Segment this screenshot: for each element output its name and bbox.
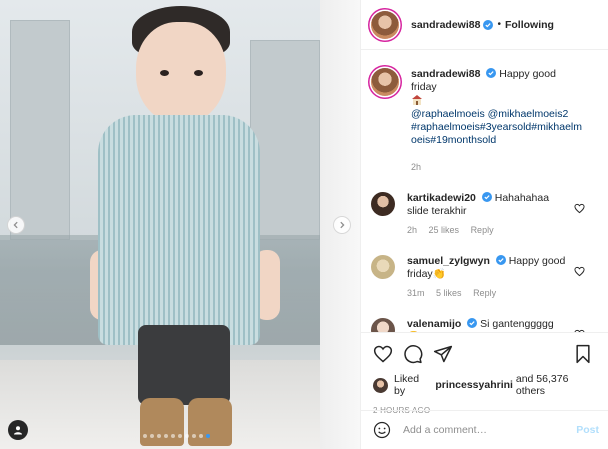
carousel-dot	[178, 434, 182, 438]
avatar[interactable]	[371, 192, 395, 216]
carousel-dot	[171, 434, 175, 438]
post-header: sandradewi88 • Following	[361, 0, 608, 50]
share-icon[interactable]	[433, 344, 453, 364]
header-separator: •	[497, 19, 501, 30]
house-emoji-icon	[412, 95, 422, 105]
comment-item: kartikadewi20 Hahahahaa slide terakhir 2…	[371, 192, 599, 237]
likes-count[interactable]: and 56,376 others	[516, 373, 599, 397]
heart-icon[interactable]	[574, 203, 585, 214]
photo-subject-eye	[160, 70, 169, 76]
post-side-panel: sandradewi88 • Following sandradewi88 Ha…	[360, 0, 608, 449]
user-tag-button[interactable]	[8, 420, 28, 440]
caption-hashtags[interactable]: oeis#19monthsold	[411, 134, 496, 146]
photo-subject-boot	[188, 398, 232, 446]
carousel-indicator	[143, 434, 210, 438]
carousel-dot	[157, 434, 161, 438]
avatar[interactable]	[371, 10, 399, 39]
photo-subject-boot	[140, 398, 184, 446]
post-photo[interactable]	[0, 0, 360, 449]
user-tag-icon	[14, 426, 22, 435]
comments-list[interactable]: sandradewi88 Happy good friday @raphaelm…	[361, 50, 608, 332]
reply-button[interactable]: Reply	[471, 225, 494, 235]
carousel-dot	[206, 434, 210, 438]
heart-icon[interactable]	[574, 266, 585, 277]
photo-building	[250, 40, 320, 240]
carousel-dot	[143, 434, 147, 438]
verified-badge-icon	[486, 68, 497, 78]
photo-subject-eye	[194, 70, 203, 76]
heart-icon[interactable]	[373, 344, 393, 364]
comment-username[interactable]: samuel_zylgwyn	[407, 255, 490, 267]
caption-mentions[interactable]: @raphaelmoeis @mikhaelmoeis2	[411, 108, 568, 120]
add-comment-bar: Post	[361, 410, 608, 449]
avatar[interactable]	[371, 255, 395, 279]
photo-subject-shirt	[98, 115, 260, 345]
verified-badge-icon	[481, 192, 492, 202]
comment-time[interactable]: 2h	[407, 225, 417, 235]
caption: sandradewi88 Happy good friday @raphaelm…	[371, 68, 599, 174]
comment-username[interactable]: kartikadewi20	[407, 192, 476, 204]
likes-summary: Liked by princessyahrini and 56,376 othe…	[373, 373, 599, 397]
carousel-dot	[199, 434, 203, 438]
chevron-left-icon	[13, 221, 18, 229]
next-slide-button[interactable]	[333, 216, 351, 234]
emoji-icon[interactable]	[373, 421, 391, 439]
carousel-dot	[164, 434, 168, 438]
comment-likes[interactable]: 25 likes	[429, 225, 460, 235]
liked-by-label: Liked by	[394, 373, 420, 397]
avatar[interactable]	[371, 68, 399, 96]
post-actions: Liked by princessyahrini and 56,376 othe…	[361, 332, 608, 415]
caption-time[interactable]: 2h	[411, 162, 421, 172]
avatar[interactable]	[373, 377, 388, 393]
comment-time[interactable]: 31m	[407, 288, 425, 298]
header-username[interactable]: sandradewi88	[411, 19, 480, 31]
carousel-dot	[192, 434, 196, 438]
comment-input[interactable]	[403, 424, 563, 436]
carousel-dot	[150, 434, 154, 438]
caption-hashtags[interactable]: #raphaelmoeis#3yearsold#mikhaelm	[411, 121, 582, 133]
post-button[interactable]: Post	[576, 424, 599, 436]
reply-button[interactable]: Reply	[473, 288, 496, 298]
photo-subject-face	[136, 22, 226, 124]
previous-slide-button[interactable]	[7, 216, 25, 234]
comment-item: samuel_zylgwyn Happy good friday👏 31m 5 …	[371, 255, 599, 300]
photo-building	[10, 20, 70, 240]
photo-subject-pants	[138, 325, 230, 405]
following-button[interactable]: Following	[505, 19, 554, 31]
avatar[interactable]	[371, 318, 395, 332]
verified-badge-icon	[467, 318, 478, 328]
caption-username[interactable]: sandradewi88	[411, 68, 480, 80]
comment-item: valenamijo Si gantenggggg 😍	[371, 318, 599, 332]
carousel-dot	[185, 434, 189, 438]
comment-likes[interactable]: 5 likes	[436, 288, 462, 298]
comment-icon[interactable]	[403, 344, 423, 364]
bookmark-icon[interactable]	[573, 344, 593, 364]
liked-by-user[interactable]: princessyahrini	[435, 379, 513, 391]
verified-badge-icon	[495, 255, 506, 265]
chevron-right-icon	[340, 221, 345, 229]
verified-badge-icon	[483, 19, 494, 30]
comment-username[interactable]: valenamijo	[407, 318, 461, 330]
